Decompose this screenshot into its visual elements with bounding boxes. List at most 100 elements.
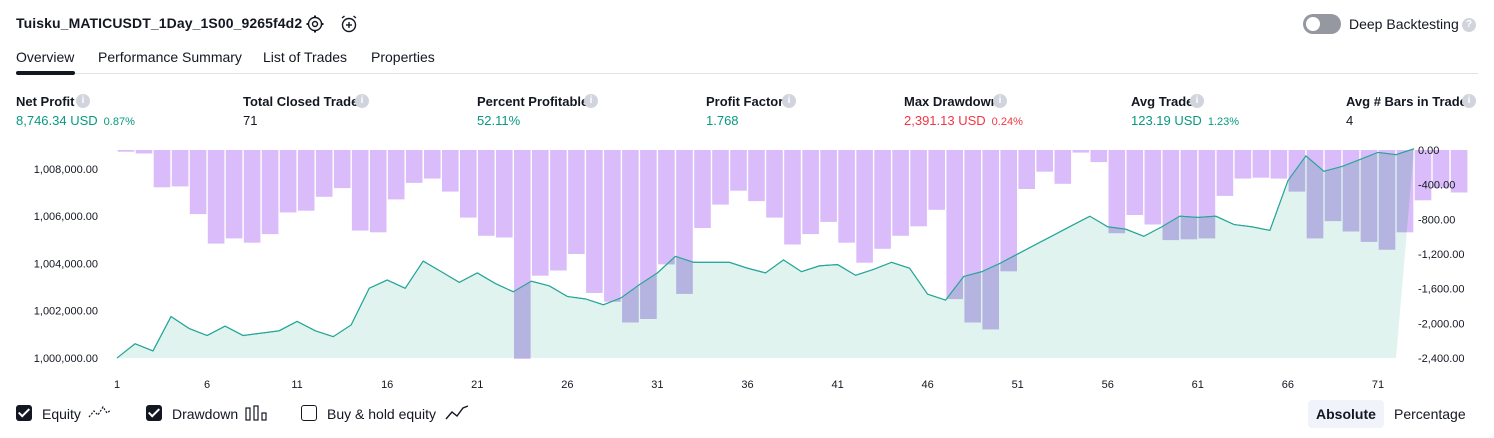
left-axis-tick-label: 1,000,000.00	[34, 353, 98, 365]
metric-max-drawdown-label: Max Drawdown	[904, 94, 999, 109]
active-tab-indicator	[16, 71, 75, 75]
x-axis-tick-label: 16	[381, 379, 393, 391]
right-axis-tick-label: 0.00	[1418, 145, 1439, 157]
drawdown-bar	[1126, 150, 1144, 215]
drawdown-bar	[1000, 150, 1017, 272]
tab-performance-summary[interactable]: Performance Summary	[98, 49, 242, 65]
info-icon[interactable]: i	[782, 94, 796, 108]
drawdown-bar	[297, 150, 315, 211]
buy-hold-legend-label[interactable]: Buy & hold equity	[327, 406, 436, 422]
x-axis-tick-label: 51	[1012, 379, 1024, 391]
drawdown-bar	[387, 150, 405, 200]
info-icon[interactable]: i	[1462, 94, 1476, 108]
drawdown-bar	[694, 150, 711, 228]
drawdown-bar	[1072, 150, 1090, 153]
tab-overview[interactable]: Overview	[16, 49, 74, 65]
info-icon[interactable]: i	[76, 94, 90, 108]
drawdown-bar	[279, 150, 297, 213]
drawdown-bar	[874, 150, 891, 249]
metric-value-text: 2,391.13 USD	[904, 113, 986, 128]
metric-avg-trade-value: 123.19 USD 1.23%	[1131, 113, 1239, 128]
drawdown-bar	[550, 150, 567, 271]
buy-hold-checkbox[interactable]	[301, 405, 317, 421]
drawdown-bar	[442, 150, 459, 192]
drawdown-bar	[802, 150, 819, 235]
drawdown-bar	[369, 150, 387, 233]
info-icon[interactable]: i	[355, 94, 369, 108]
equity-legend-label[interactable]: Equity	[42, 406, 81, 422]
drawdown-legend-label[interactable]: Drawdown	[172, 406, 238, 422]
drawdown-bar	[225, 150, 243, 239]
x-axis-tick-label: 56	[1102, 379, 1114, 391]
absolute-button[interactable]: Absolute	[1308, 400, 1384, 428]
metric-avg-bars-label: Avg # Bars in Trades	[1346, 94, 1475, 109]
drawdown-checkbox[interactable]	[146, 405, 162, 421]
drawdown-bar	[460, 150, 477, 218]
drawdown-bar	[243, 150, 261, 243]
metric-value-text: 123.19 USD	[1131, 113, 1202, 128]
deep-backtesting-toggle[interactable]	[1303, 14, 1341, 34]
left-axis-tick-label: 1,002,000.00	[34, 306, 98, 318]
drawdown-bar	[1018, 150, 1035, 189]
info-icon[interactable]: i	[1190, 94, 1204, 108]
drawdown-bar	[153, 150, 171, 188]
tabs-divider	[16, 73, 1478, 74]
x-axis-tick-label: 26	[561, 379, 573, 391]
drawdown-bar	[1090, 150, 1108, 163]
tab-properties[interactable]: Properties	[371, 49, 435, 65]
equity-drawdown-chart[interactable]: 1,008,000.00 1,006,000.00 1,004,000.00 1,00…	[0, 140, 1494, 398]
drawdown-bar	[1054, 150, 1072, 184]
right-axis-tick-label: -1,600.00	[1418, 284, 1464, 296]
drawdown-bar	[261, 150, 279, 235]
drawdown-bar	[1414, 150, 1432, 201]
info-icon[interactable]: i	[584, 94, 598, 108]
drawdown-bar	[1270, 150, 1288, 179]
drawdown-bar	[1036, 150, 1053, 172]
left-price-axis: 1,008,000.00 1,006,000.00 1,004,000.00 1,00…	[34, 164, 98, 365]
x-axis-tick-label: 41	[831, 379, 843, 391]
drawdown-bar	[586, 150, 603, 293]
drawdown-bar	[568, 150, 585, 254]
equity-checkbox[interactable]	[16, 405, 32, 421]
equity-line-icon	[88, 405, 112, 418]
right-axis-tick-label: -2,400.00	[1418, 353, 1464, 365]
drawdown-bar	[1144, 150, 1162, 225]
metric-net-profit-value: 8,746.34 USD 0.87%	[16, 113, 135, 128]
metric-avg-trade-label: Avg Trade	[1131, 94, 1194, 109]
drawdown-bar	[856, 150, 873, 263]
drawdown-bar-overlap	[1378, 150, 1396, 250]
info-icon[interactable]: i	[993, 94, 1007, 108]
metric-max-drawdown-value: 2,391.13 USD 0.24%	[904, 113, 1023, 128]
drawdown-bar	[405, 150, 423, 183]
drawdown-bar	[748, 150, 765, 202]
percentage-button[interactable]: Percentage	[1386, 400, 1474, 428]
x-axis-tick-label: 71	[1372, 379, 1384, 391]
gear-icon[interactable]	[304, 13, 326, 35]
drawdown-bar	[1252, 150, 1270, 178]
left-axis-tick-label: 1,006,000.00	[34, 211, 98, 223]
metric-avg-bars-value: 4	[1346, 113, 1354, 128]
deep-backtesting-label: Deep Backtesting	[1349, 16, 1459, 32]
x-axis-tick-label: 6	[204, 379, 210, 391]
tab-list-of-trades[interactable]: List of Trades	[263, 49, 347, 65]
right-axis-tick-label: -1,200.00	[1418, 249, 1464, 261]
drawdown-bar	[838, 150, 855, 243]
alarm-clock-add-icon[interactable]	[338, 13, 360, 35]
left-axis-tick-label: 1,004,000.00	[34, 259, 98, 271]
drawdown-bar-overlap	[1360, 150, 1378, 242]
metric-value-text: 8,746.34 USD	[16, 113, 98, 128]
help-icon[interactable]: ?	[1462, 18, 1476, 32]
metric-net-profit-label: Net Profit	[16, 94, 75, 109]
drawdown-bar	[658, 150, 675, 265]
drawdown-bar	[117, 150, 135, 152]
metric-percent: 1.23%	[1207, 116, 1240, 128]
drawdown-bar	[820, 150, 837, 222]
drawdown-bar	[1108, 150, 1126, 234]
drawdown-bar	[424, 150, 441, 179]
x-axis-tick-label: 61	[1192, 379, 1204, 391]
metric-total-closed-trades-label: Total Closed Trades	[243, 94, 366, 109]
drawdown-bar	[315, 150, 333, 197]
toggle-knob	[1306, 17, 1320, 31]
metric-total-closed-trades-value: 71	[243, 113, 258, 128]
right-axis-tick-label: -2,000.00	[1418, 318, 1464, 330]
